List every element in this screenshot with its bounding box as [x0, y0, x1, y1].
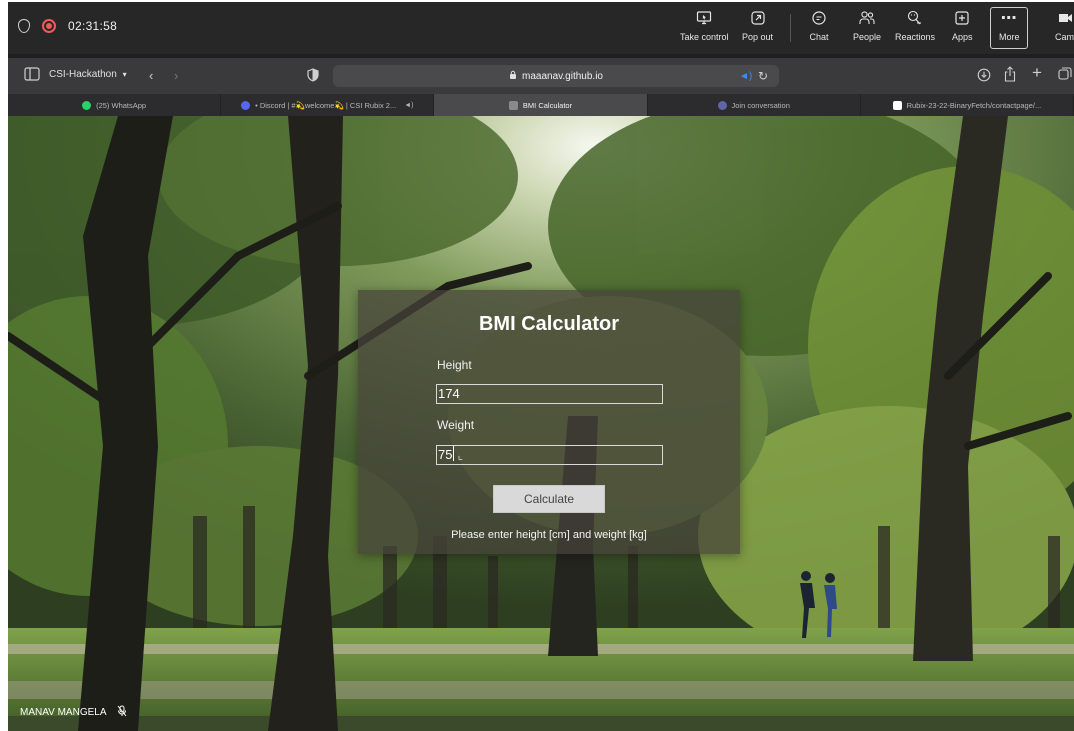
recording-icon [42, 19, 56, 33]
page-icon [508, 100, 518, 110]
reactions-icon [905, 8, 925, 28]
meeting-timer: 02:31:58 [68, 19, 118, 33]
whatsapp-icon [82, 100, 92, 110]
muted-mic-icon [117, 705, 127, 720]
apps-label: Apps [952, 32, 973, 42]
back-icon[interactable]: ‹ [149, 68, 153, 84]
tab-label: (25) WhatsApp [96, 100, 147, 110]
take-control-button[interactable]: Take control [680, 8, 729, 42]
calculate-button[interactable]: Calculate [493, 485, 605, 513]
participant-name: MANAV MANGELA [20, 707, 107, 718]
take-control-label: Take control [680, 32, 729, 42]
camera-label: Cam [1055, 32, 1074, 42]
people-icon [857, 8, 877, 28]
share-icon[interactable] [1004, 66, 1016, 86]
tab-github[interactable]: Rubix-23-22-BinaryFetch/contactpage/... [861, 94, 1074, 116]
tab-bmi-calculator[interactable]: BMI Calculator [434, 94, 648, 116]
chat-label: Chat [809, 32, 829, 42]
reactions-button[interactable]: Reactions [895, 8, 935, 42]
weight-input[interactable]: 75 ⌞ [436, 445, 663, 465]
weight-value: 75 [438, 447, 453, 462]
toolbar-divider [790, 14, 791, 42]
apps-button[interactable]: Apps [952, 8, 973, 42]
tab-group-label: CSI-Hackathon [49, 69, 117, 80]
recording-status: 02:31:58 [18, 19, 117, 33]
tab-group-selector[interactable]: CSI-Hackathon ▾ [49, 69, 127, 80]
bmi-card: BMI Calculator Height 174 Weight 75 ⌞ Cal… [358, 290, 740, 554]
tab-label: Rubix-23-22-BinaryFetch/contactpage/... [906, 100, 1042, 110]
tab-label: • Discord | #💫welcome💫 | CSI Rubix 2... [255, 100, 397, 110]
tab-label: BMI Calculator [522, 100, 573, 110]
web-page: BMI Calculator Height 174 Weight 75 ⌞ Cal… [8, 116, 1074, 731]
pop-out-button[interactable]: Pop out [742, 8, 773, 42]
github-icon [892, 100, 902, 110]
downloads-icon[interactable] [977, 68, 991, 86]
weight-label: Weight [437, 418, 475, 432]
forward-icon[interactable]: › [174, 68, 178, 84]
lock-icon [509, 70, 517, 83]
camera-button[interactable]: Cam [1055, 8, 1074, 42]
shield-icon [18, 19, 30, 33]
more-label: More [999, 32, 1020, 42]
address-bar[interactable]: maaanav.github.io [333, 65, 779, 87]
sidebar-toggle-icon[interactable] [24, 67, 40, 85]
text-cursor-icon: ⌞ [457, 448, 464, 462]
height-value: 174 [438, 386, 460, 401]
tab-join-conversation[interactable]: Join conversation [648, 94, 861, 116]
privacy-shield-icon[interactable] [307, 68, 319, 86]
chat-icon [809, 8, 829, 28]
chat-button[interactable]: Chat [809, 8, 829, 42]
camera-icon [1055, 8, 1074, 28]
people-button[interactable]: People [853, 8, 881, 42]
participant-name-tag: MANAV MANGELA [20, 705, 127, 720]
teams-icon [717, 100, 727, 110]
tab-overview-icon[interactable] [1058, 67, 1072, 85]
screen-share-frame: 02:31:58 Take control Pop out Chat Peopl… [8, 2, 1074, 731]
more-button[interactable]: ⋯ More [999, 8, 1020, 42]
take-control-icon [694, 8, 714, 28]
people-label: People [853, 32, 882, 42]
reactions-label: Reactions [895, 32, 936, 42]
url-text: maaanav.github.io [522, 70, 603, 82]
meeting-toolbar: 02:31:58 Take control Pop out Chat Peopl… [8, 2, 1074, 54]
app-title: BMI Calculator [478, 313, 620, 335]
audio-playing-icon[interactable]: ◄) [739, 69, 752, 85]
height-input[interactable]: 174 [436, 384, 663, 404]
tab-label: Join conversation [731, 100, 790, 110]
pop-out-label: Pop out [742, 32, 774, 42]
tab-whatsapp[interactable]: (25) WhatsApp [8, 94, 222, 116]
apps-icon [952, 8, 972, 28]
reload-icon[interactable]: ↻ [758, 68, 768, 84]
text-caret [453, 446, 455, 461]
chevron-down-icon: ▾ [122, 70, 127, 79]
more-icon: ⋯ [1000, 10, 1018, 27]
pop-out-icon [748, 8, 768, 28]
discord-icon [241, 100, 251, 110]
instruction-message: Please enter height [cm] and weight [kg] [451, 529, 647, 541]
browser-toolbar: CSI-Hackathon ▾ ‹ › maaanav.github.io ◄)… [8, 58, 1074, 94]
height-label: Height [437, 358, 472, 372]
speaker-icon: ◄) [404, 101, 414, 109]
tab-discord[interactable]: • Discord | #💫welcome💫 | CSI Rubix 2... … [221, 94, 435, 116]
tab-bar: (25) WhatsApp • Discord | #💫welcome💫 | C… [8, 94, 1074, 116]
new-tab-icon[interactable]: + [1032, 64, 1042, 81]
